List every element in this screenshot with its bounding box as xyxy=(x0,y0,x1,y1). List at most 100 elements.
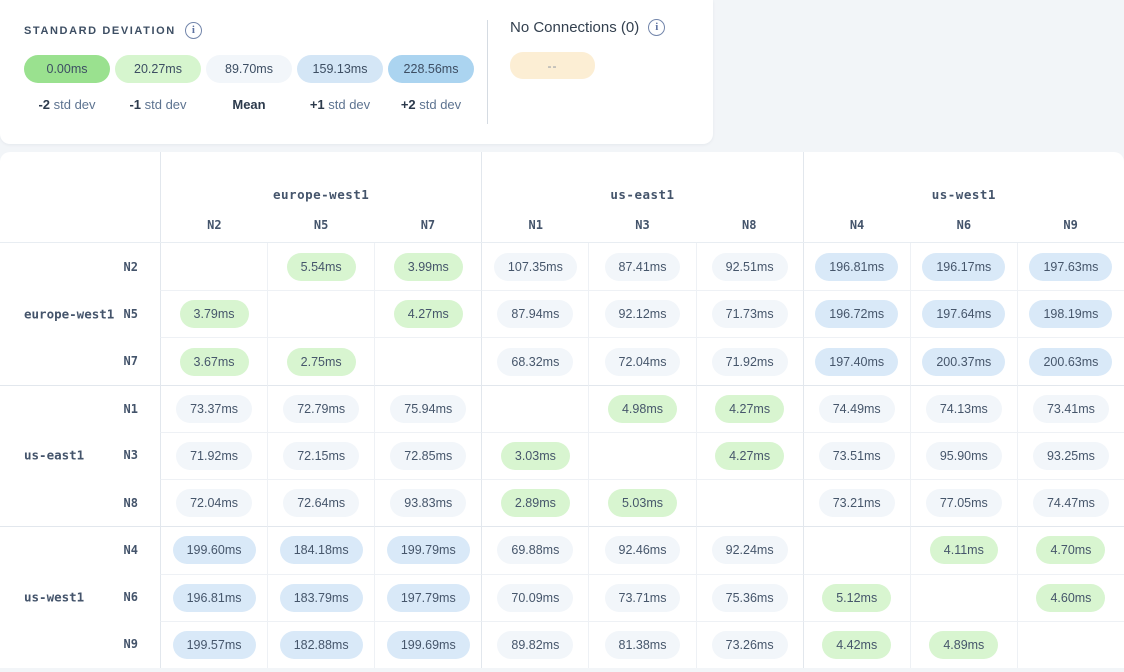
matrix-cell: 4.70ms xyxy=(1017,526,1124,573)
column-node-label: N5 xyxy=(268,218,375,232)
matrix-cell xyxy=(588,432,695,479)
matrix-cell: 197.63ms xyxy=(1017,243,1124,290)
matrix-row-N4: N4199.60ms184.18ms199.79ms69.88ms92.46ms… xyxy=(0,526,1124,573)
matrix-cell: 72.85ms xyxy=(374,432,481,479)
std-deviation-labels: -2 std dev-1 std devMean+1 std dev+2 std… xyxy=(24,97,487,112)
latency-pill: 73.51ms xyxy=(819,442,895,470)
matrix-row-N9: N9199.57ms182.88ms199.69ms89.82ms81.38ms… xyxy=(0,621,1124,668)
matrix-row-N7: N73.67ms2.75ms68.32ms72.04ms71.92ms197.4… xyxy=(0,337,1124,384)
row-node-label: N5 xyxy=(124,307,138,321)
latency-pill: 72.04ms xyxy=(176,489,252,517)
matrix-cell xyxy=(481,385,588,432)
matrix-cell: 92.51ms xyxy=(696,243,803,290)
column-region-label: europe-west1 xyxy=(161,187,481,202)
matrix-body: N25.54ms3.99ms107.35ms87.41ms92.51ms196.… xyxy=(0,243,1124,668)
column-region-label: us-west1 xyxy=(804,187,1124,202)
std-deviation-section: STANDARD DEVIATION i 0.00ms20.27ms89.70m… xyxy=(0,0,487,144)
matrix-cell: 2.89ms xyxy=(481,479,588,526)
row-region-label: europe-west1 xyxy=(24,306,114,321)
latency-pill: 92.46ms xyxy=(605,536,681,564)
column-node-label: N4 xyxy=(804,218,911,232)
latency-pill: 198.19ms xyxy=(1029,300,1112,328)
latency-pill: 197.63ms xyxy=(1029,253,1112,281)
matrix-cell: 93.83ms xyxy=(374,479,481,526)
latency-pill: 200.63ms xyxy=(1029,348,1112,376)
row-node-label: N8 xyxy=(124,496,138,510)
row-node-label: N3 xyxy=(124,448,138,462)
matrix-cell: 4.27ms xyxy=(696,385,803,432)
row-node-label: N9 xyxy=(124,637,138,651)
info-icon[interactable]: i xyxy=(185,22,202,39)
latency-pill: 3.67ms xyxy=(180,348,249,376)
matrix-cell: 4.27ms xyxy=(696,432,803,479)
row-region-label: us-east1 xyxy=(24,448,84,463)
latency-pill: 71.73ms xyxy=(712,300,788,328)
latency-pill: 72.85ms xyxy=(390,442,466,470)
scale-chip: 159.13ms xyxy=(297,55,383,83)
latency-pill: 4.27ms xyxy=(394,300,463,328)
matrix-cell: 4.89ms xyxy=(910,621,1017,668)
latency-pill: 4.42ms xyxy=(822,631,891,659)
latency-pill: 200.37ms xyxy=(922,348,1005,376)
latency-pill: 68.32ms xyxy=(497,348,573,376)
matrix-cell: 93.25ms xyxy=(1017,432,1124,479)
latency-pill: 196.17ms xyxy=(922,253,1005,281)
latency-pill: 72.79ms xyxy=(283,395,359,423)
latency-pill: 73.26ms xyxy=(712,631,788,659)
latency-pill: 199.57ms xyxy=(173,631,256,659)
matrix-row-N3: us-east1 N3 71.92ms 72.15ms 72.85ms 3.03ms 4.2… xyxy=(0,432,1124,479)
column-node-label: N9 xyxy=(1017,218,1124,232)
matrix-row-N6: us-west1N6196.81ms183.79ms197.79ms70.09m… xyxy=(0,574,1124,621)
matrix-cell: 73.21ms xyxy=(803,479,910,526)
latency-pill: 5.03ms xyxy=(608,489,677,517)
matrix-cell: 73.37ms xyxy=(160,385,267,432)
matrix-cell: 197.64ms xyxy=(910,290,1017,337)
row-header: N8 xyxy=(0,479,160,526)
matrix-cell: 196.81ms xyxy=(803,243,910,290)
latency-pill: 3.03ms xyxy=(501,442,570,470)
column-node-label: N7 xyxy=(375,218,482,232)
info-icon[interactable]: i xyxy=(648,19,665,36)
latency-pill: 196.81ms xyxy=(815,253,898,281)
matrix-cell: 92.24ms xyxy=(696,526,803,573)
matrix-cell: 107.35ms xyxy=(481,243,588,290)
row-region-label: us-west1 xyxy=(24,590,84,605)
matrix-cell: 70.09ms xyxy=(481,574,588,621)
latency-pill: 184.18ms xyxy=(280,536,363,564)
matrix-cell: 200.37ms xyxy=(910,337,1017,384)
matrix-cell: 184.18ms xyxy=(267,526,374,573)
row-node-label: N4 xyxy=(124,543,138,557)
matrix-cell: 89.82ms xyxy=(481,621,588,668)
latency-pill: 3.79ms xyxy=(180,300,249,328)
latency-matrix: europe-west1N2N5N7us-east1N1N3N8us-west1… xyxy=(0,152,1124,668)
latency-pill: 5.54ms xyxy=(287,253,356,281)
legend-card: STANDARD DEVIATION i 0.00ms20.27ms89.70m… xyxy=(0,0,713,144)
column-group-us-east1: us-east1N1N3N8 xyxy=(481,152,802,242)
scale-chip: 0.00ms xyxy=(24,55,110,83)
latency-pill: 93.83ms xyxy=(390,489,466,517)
matrix-cell: 73.71ms xyxy=(588,574,695,621)
matrix-cell: 71.73ms xyxy=(696,290,803,337)
latency-pill: 183.79ms xyxy=(280,584,363,612)
latency-pill: 74.49ms xyxy=(819,395,895,423)
matrix-cell: 5.03ms xyxy=(588,479,695,526)
latency-pill: 93.25ms xyxy=(1033,442,1109,470)
matrix-cell: 196.81ms xyxy=(160,574,267,621)
latency-pill: 3.99ms xyxy=(394,253,463,281)
matrix-cell: 71.92ms xyxy=(696,337,803,384)
latency-pill: 75.36ms xyxy=(712,584,788,612)
matrix-cell: 81.38ms xyxy=(588,621,695,668)
latency-pill: 70.09ms xyxy=(497,584,573,612)
matrix-cell: 92.12ms xyxy=(588,290,695,337)
matrix-cell: 3.79ms xyxy=(160,290,267,337)
matrix-cell: 73.51ms xyxy=(803,432,910,479)
matrix-corner xyxy=(0,152,160,242)
row-header: europe-west1 N5 xyxy=(0,290,160,337)
matrix-cell: 3.03ms xyxy=(481,432,588,479)
latency-pill: 71.92ms xyxy=(176,442,252,470)
matrix-row-N2: N25.54ms3.99ms107.35ms87.41ms92.51ms196.… xyxy=(0,243,1124,290)
latency-pill: 199.60ms xyxy=(173,536,256,564)
latency-pill: 4.27ms xyxy=(715,442,784,470)
matrix-cell: 72.15ms xyxy=(267,432,374,479)
matrix-cell: 72.79ms xyxy=(267,385,374,432)
